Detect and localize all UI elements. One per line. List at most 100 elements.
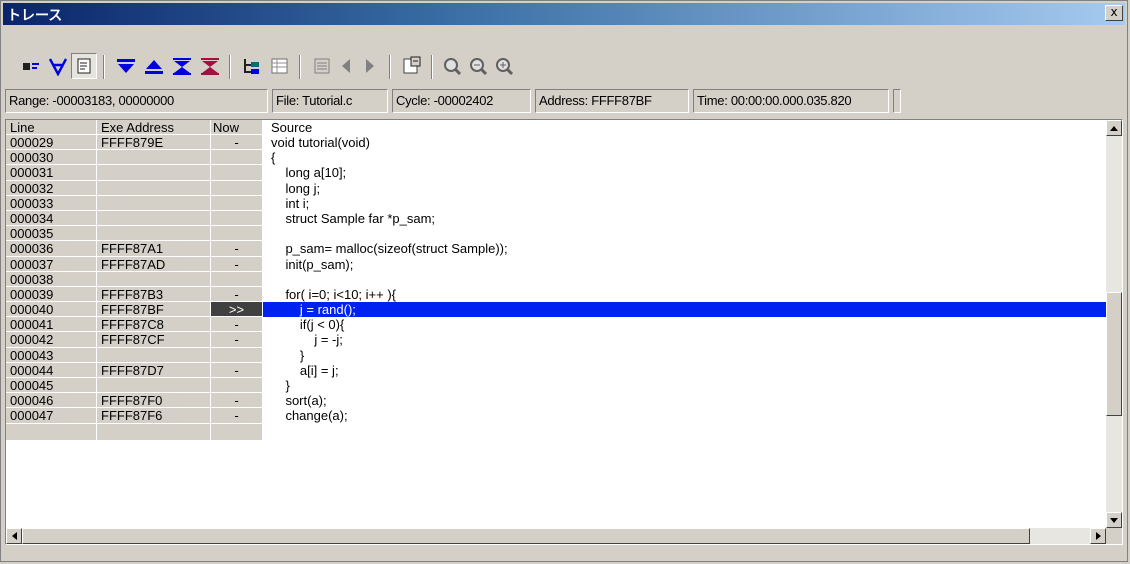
table-row[interactable]: 000046 FFFF87F0- sort(a); — [6, 393, 1108, 409]
source-cell: init(p_sam); — [271, 256, 354, 272]
table-row[interactable]: 000043 } — [6, 347, 1108, 363]
address-cell: FFFF879E — [97, 135, 211, 151]
up-triangle-icon[interactable] — [141, 53, 167, 79]
column-header-address[interactable]: Exe Address — [97, 120, 211, 135]
table-row[interactable]: 000033 int i; — [6, 195, 1108, 211]
table-row[interactable]: 000031 long a[10]; — [6, 165, 1108, 181]
horizontal-scrollbar[interactable] — [6, 528, 1106, 544]
column-header-source[interactable]: Source — [263, 120, 1108, 135]
find-next-icon[interactable] — [465, 53, 491, 79]
scroll-left-button[interactable] — [6, 528, 22, 544]
address-cell: FFFF87D7 — [97, 362, 211, 378]
down-triangle-icon[interactable] — [113, 53, 139, 79]
time-field: Time: 00:00:00.000.035.820 — [693, 89, 889, 113]
source-cell — [263, 226, 1108, 241]
down-arrow-icon — [1110, 517, 1118, 523]
table-body: 000029 FFFF879E - void tutorial(void) 000030… — [6, 135, 1108, 441]
list-icon[interactable] — [309, 53, 335, 79]
empty-row — [6, 423, 1108, 441]
line-cell: 000031 — [6, 165, 97, 181]
trace-table[interactable]: Line Exe Address Now Source 000029 FFFF87… — [5, 119, 1123, 545]
now-cell — [211, 378, 263, 394]
table-row[interactable]: 000030 { — [6, 150, 1108, 166]
address-cell: FFFF87C8 — [97, 317, 211, 333]
source-cell: if(j < 0){ — [271, 317, 345, 333]
now-cell: - — [211, 256, 263, 272]
table-row[interactable]: 000037 FFFF87AD - init(p_sam); — [6, 256, 1108, 272]
column-header-line[interactable]: Line — [6, 120, 97, 135]
source-cell: struct Sample far *p_sam; — [271, 210, 436, 226]
left-arrow-small-icon — [11, 532, 17, 540]
table-row[interactable]: 000035 — [6, 226, 1108, 242]
now-cell — [211, 226, 263, 242]
now-cell — [211, 150, 263, 166]
table-row[interactable]: 000036 FFFF87A1- p_sam= malloc(sizeof(str… — [6, 241, 1108, 257]
line-cell: 000039 — [6, 286, 97, 303]
column-header-now[interactable]: Now — [211, 120, 263, 135]
now-cell: - — [211, 286, 263, 303]
empty-cell — [211, 423, 263, 441]
cycle-field: Cycle: -00002402 — [392, 89, 531, 113]
address-cell: FFFF87B3 — [97, 286, 211, 303]
file-field: File: Tutorial.c — [272, 89, 388, 113]
source-cell: change(a); — [271, 408, 348, 424]
table-row[interactable]: 000038 — [6, 271, 1108, 287]
scroll-right-button[interactable] — [1090, 528, 1106, 544]
vertical-scrollbar[interactable] — [1106, 120, 1122, 528]
address-cell: FFFF87CF — [97, 332, 211, 348]
source-view-icon[interactable] — [71, 53, 97, 79]
table-row[interactable]: 000041 FFFF87C8- if(j < 0){ — [6, 317, 1108, 333]
scroll-up-button[interactable] — [1106, 120, 1122, 136]
table-row[interactable]: 000040 FFFF87BF >> j = rand(); — [6, 302, 1108, 318]
tree-icon[interactable] — [239, 53, 265, 79]
now-cell: - — [211, 332, 263, 348]
line-cell: 000030 — [6, 150, 97, 166]
source-cell: a[i] = j; — [271, 362, 339, 378]
address-cell — [97, 195, 211, 211]
vertical-scroll-thumb[interactable] — [1106, 292, 1122, 416]
down-trace-icon[interactable] — [169, 53, 195, 79]
now-cell — [211, 271, 263, 287]
source-cell: int i; — [271, 195, 310, 211]
line-cell: 000043 — [6, 347, 97, 363]
now-cell: - — [211, 408, 263, 424]
properties-icon[interactable] — [399, 53, 425, 79]
now-cell: - — [211, 393, 263, 409]
close-button[interactable]: x — [1105, 5, 1123, 21]
source-cell: } — [271, 378, 290, 393]
address-cell: FFFF87F6 — [97, 408, 211, 424]
source-cell: void tutorial(void) — [271, 135, 370, 150]
grid-icon[interactable] — [267, 53, 293, 79]
scroll-down-button[interactable] — [1106, 512, 1122, 528]
table-row[interactable]: 000047 FFFF87F6- change(a); — [6, 408, 1108, 424]
source-cell — [263, 272, 1108, 287]
extra-field — [893, 89, 901, 113]
table-row[interactable]: 000034 struct Sample far *p_sam; — [6, 210, 1108, 227]
horizontal-scroll-thumb[interactable] — [22, 528, 1030, 544]
table-row[interactable]: 000044 FFFF87D7- a[i] = j; — [6, 362, 1108, 378]
now-cell — [211, 180, 263, 196]
filter-icon[interactable] — [45, 53, 71, 79]
status-strip: Range: -00003183, 00000000 File: Tutoria… — [5, 89, 905, 113]
now-cell: - — [211, 362, 263, 378]
trace-mode-icon[interactable] — [19, 53, 45, 79]
right-arrow-icon[interactable] — [357, 53, 383, 79]
left-arrow-icon[interactable] — [333, 53, 359, 79]
source-cell: } — [271, 347, 305, 363]
line-cell: 000037 — [6, 256, 97, 272]
title-bar[interactable]: トレース x — [3, 3, 1125, 25]
trace-window: トレース x Range: -00003183, 00000000 File: … — [0, 0, 1128, 562]
table-row[interactable]: 000029 FFFF879E - void tutorial(void) — [6, 135, 1108, 151]
now-cell — [211, 210, 263, 227]
find-icon[interactable] — [439, 53, 465, 79]
source-cell: j = rand(); — [263, 302, 1108, 318]
right-arrow-small-icon — [1095, 532, 1101, 540]
table-row[interactable]: 000032 long j; — [6, 180, 1108, 196]
find-prev-icon[interactable] — [491, 53, 517, 79]
table-row[interactable]: 000039 FFFF87B3- for( i=0; i<10; i++ ){ — [6, 286, 1108, 303]
address-cell — [97, 210, 211, 227]
table-row[interactable]: 000042 FFFF87CF - j = -j; — [6, 332, 1108, 348]
up-trace-icon[interactable] — [197, 53, 223, 79]
line-cell: 000033 — [6, 195, 97, 211]
table-row[interactable]: 000045 } — [6, 378, 1108, 394]
